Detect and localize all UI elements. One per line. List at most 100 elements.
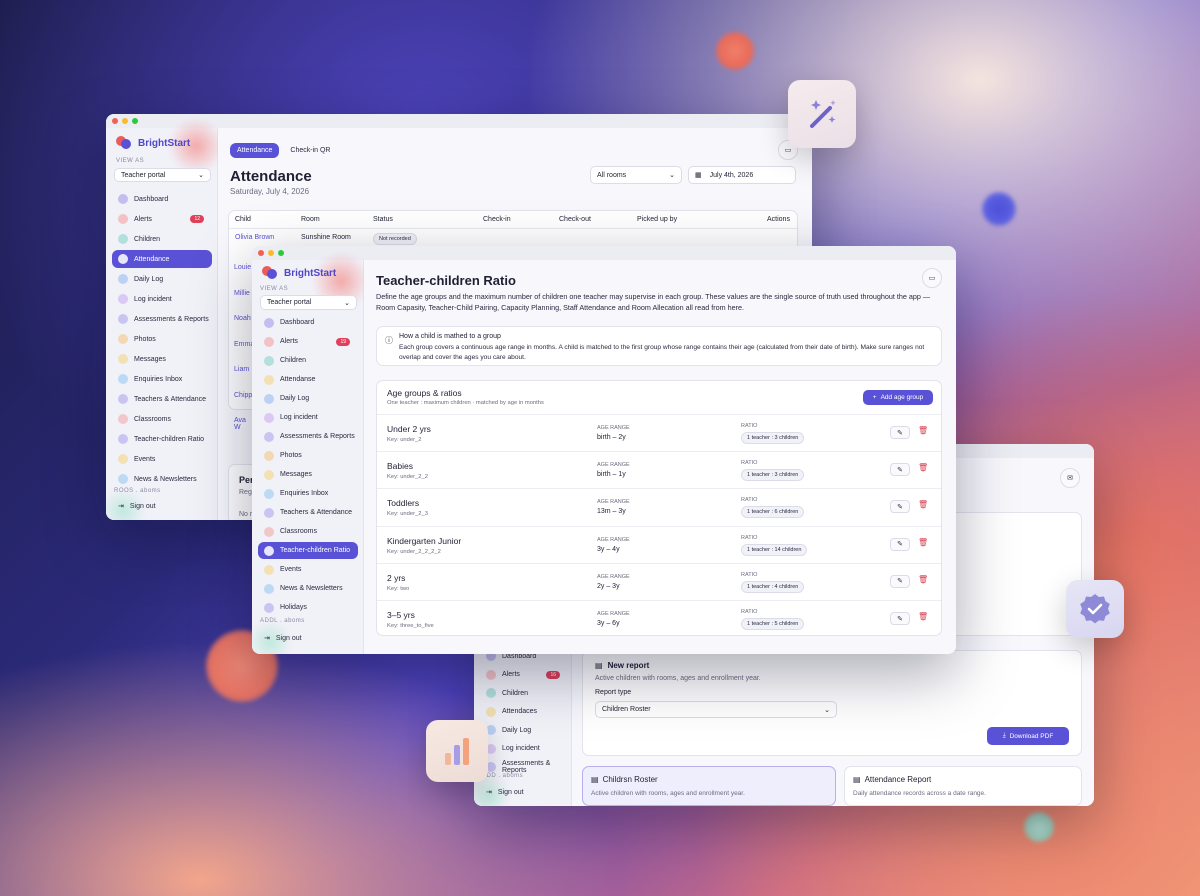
sidebar-item-messages[interactable]: Messages (112, 350, 212, 368)
sidebar-item-label: Photos (280, 452, 302, 459)
mail-icon-button[interactable]: ✉ (1060, 468, 1080, 488)
card-icon-button[interactable]: ▭ (922, 268, 942, 288)
age-group-row: Toddlers Key: under_2_3 AGE RANGE 13m – 3y R… (377, 488, 941, 525)
sidebar-item-label: Teacher-children Ratio (280, 547, 351, 554)
ratio-badge: 1 teacher : 3 children (741, 469, 805, 482)
sidebar-item-alerts[interactable]: Alerts 16 (480, 667, 568, 684)
edit-icon[interactable]: ✎ (890, 537, 910, 551)
nav-icon (264, 412, 274, 423)
delete-icon[interactable]: 🗑 (918, 612, 928, 621)
sidebar-item-teacher-children-ratio[interactable]: Teacher-children Ratio (258, 542, 358, 559)
report-card-children-roster[interactable]: ▤ Childrsn Roster Active children with ro… (582, 766, 836, 806)
minimize-dot[interactable] (268, 250, 274, 256)
sidebar-item-classrooms[interactable]: Classrooms (112, 410, 212, 428)
sign-out-button[interactable]: ⇥ Sign out (486, 788, 524, 797)
add-age-group-button[interactable]: + Add age group (863, 390, 933, 405)
sidebar-item-news-newsletters[interactable]: News & Newsletters (112, 470, 212, 488)
download-pdf-button[interactable]: ⤓ Download PDF (987, 727, 1069, 745)
sidebar-item-teachers-attendance[interactable]: Teachers & Attendance (112, 390, 212, 408)
sidebar-item-label: News & Newsletters (134, 475, 197, 483)
sidebar-item-classrooms[interactable]: Classrooms (258, 523, 358, 540)
brand-logo[interactable]: BrightStart (116, 136, 190, 150)
edit-icon[interactable]: ✎ (890, 426, 910, 439)
sidebar-item-assessments-reports[interactable]: Assessments & Reports (258, 428, 358, 445)
age-groups-sub: One teacher : maximum children · matched… (387, 400, 544, 406)
child-name[interactable]: Liam (234, 366, 249, 373)
view-as-label: VIEW AS (116, 158, 145, 164)
edit-icon[interactable]: ✎ (890, 574, 910, 588)
sidebar-item-children[interactable]: Children (112, 230, 212, 248)
delete-icon[interactable]: 🗑 (918, 538, 928, 547)
sidebar-item-daily-log[interactable]: Daily Log (112, 270, 212, 288)
sidebar-item-log-incident[interactable]: Log incident (480, 741, 568, 758)
delete-icon[interactable]: 🗑 (918, 463, 928, 472)
document-icon: ▤ (853, 775, 861, 784)
child-name[interactable]: Louie (234, 264, 251, 271)
sidebar-item-children[interactable]: Children (480, 685, 568, 702)
portal-select[interactable]: Teacher portal ⌄ (260, 295, 357, 310)
sign-out-button[interactable]: ⇥ Sign out (264, 634, 302, 643)
child-name[interactable]: Olivia Brown (235, 234, 274, 241)
minimize-dot[interactable] (122, 118, 128, 124)
portal-select[interactable]: Teacher portal ⌄ (114, 168, 211, 182)
sidebar-item-events[interactable]: Events (258, 561, 358, 578)
delete-icon[interactable]: 🗑 (918, 500, 928, 509)
group-key: Key: under_2_3 (387, 511, 428, 518)
close-dot[interactable] (112, 118, 118, 124)
info-title: How a child is mathed to a group (399, 333, 501, 340)
sidebar-item-dashboard[interactable]: Dashboard (258, 314, 358, 331)
ratio-badge: 1 teacher : 4 children (741, 580, 805, 593)
edit-icon[interactable]: ✎ (890, 463, 910, 477)
sidebar-item-news-newsletters[interactable]: News & Newsletters (258, 580, 358, 597)
sidebar-item-label: Daily Log (134, 275, 164, 283)
sidebar-item-attendance[interactable]: Attendance (112, 250, 212, 268)
sidebar-item-attendanse[interactable]: Attendanse (258, 371, 358, 388)
zoom-dot[interactable] (132, 118, 138, 124)
sidebar-item-enquiries-inbox[interactable]: Enquiries Inbox (112, 370, 212, 388)
page-date: Saturday, July 4, 2026 (230, 187, 310, 196)
sidebar-item-messages[interactable]: Messages (258, 466, 358, 483)
child-name[interactable]: Millie (234, 290, 250, 297)
child-name[interactable]: Chipp (234, 392, 252, 399)
sign-out-icon: ⇥ (118, 503, 124, 510)
sidebar-item-alerts[interactable]: Alerts 12 (112, 210, 212, 228)
nav-icon (264, 545, 274, 556)
delete-icon[interactable]: 🗑 (918, 575, 928, 584)
sidebar-item-log-incident[interactable]: Log incident (112, 290, 212, 308)
sidebar-item-holidays[interactable]: Holidays (258, 599, 358, 616)
rooms-select[interactable]: All rooms ⌄ (590, 166, 682, 184)
sign-out-button[interactable]: ⇥ Sign out (118, 502, 156, 511)
delete-icon[interactable]: 🗑 (918, 426, 928, 435)
tab-attendance[interactable]: Attendance (230, 143, 280, 158)
sidebar-item-teachers-attendance[interactable]: Teachers & Attendance (258, 504, 358, 521)
child-name[interactable]: Noah (234, 315, 251, 322)
sidebar-item-log-incident[interactable]: Log incident (258, 409, 358, 426)
sidebar-item-assessments-reports[interactable]: Assessments & Reports (112, 310, 212, 328)
edit-icon[interactable]: ✎ (890, 612, 910, 625)
sidebar-item-children[interactable]: Children (258, 352, 358, 369)
report-type-select[interactable]: Children Roster ⌄ (595, 701, 837, 718)
column-header: Child (235, 216, 251, 223)
sidebar-item-teacher-children-ratio[interactable]: Teacher-children Ratio (112, 430, 212, 448)
date-picker[interactable]: ▦ July 4th, 2026 (688, 166, 796, 184)
close-dot[interactable] (258, 250, 264, 256)
edit-icon[interactable]: ✎ (890, 500, 910, 514)
sidebar-item-photos[interactable]: Photos (258, 447, 358, 464)
table-row: Olivia Brown Sunshine Room Not recorded (229, 229, 797, 247)
brand-logo[interactable]: BrightStart (262, 266, 336, 280)
tab-check-in-qr[interactable]: Check-in QR (283, 143, 337, 158)
sidebar-item-daily-log[interactable]: Daily Log (480, 722, 568, 739)
sidebar-item-attendaces[interactable]: Attendaces (480, 704, 568, 721)
sidebar-item-enquiries-inbox[interactable]: Enquiries Inbox (258, 485, 358, 502)
zoom-dot[interactable] (278, 250, 284, 256)
chevron-down-icon: ⌄ (669, 172, 675, 179)
sidebar-item-daily-log[interactable]: Daily Log (258, 390, 358, 407)
report-card-attendance[interactable]: ▤ Attendance Report Daily attendance reco… (844, 766, 1082, 806)
sidebar-item-photos[interactable]: Photos (112, 330, 212, 348)
child-name[interactable]: Ava W (234, 417, 246, 431)
sidebar-item-dashboard[interactable]: Dashboard (112, 190, 212, 208)
age-group-row: Babies Key: under_2_2 AGE RANGE birth – 1y R… (377, 451, 941, 488)
sidebar-item-label: Daily Log (502, 726, 532, 734)
sidebar-item-events[interactable]: Events (112, 450, 212, 468)
sidebar-item-alerts[interactable]: Alerts 19 (258, 333, 358, 350)
